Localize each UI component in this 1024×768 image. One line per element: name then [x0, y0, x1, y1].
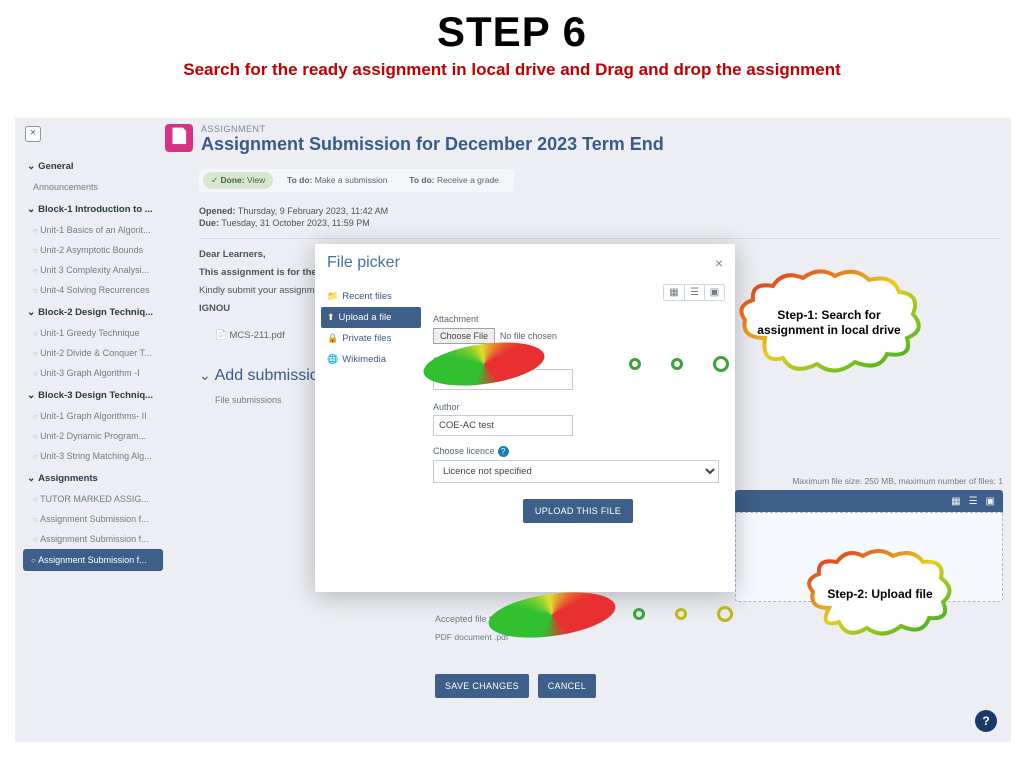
sidebar-item[interactable]: Unit-1 Greedy Technique	[23, 323, 163, 343]
attachment-label: Attachment	[433, 314, 723, 324]
sidebar-item[interactable]: Assignment Submission f...	[23, 529, 163, 549]
choose-file-button[interactable]: Choose File	[433, 328, 495, 344]
callout-cloud-2: Step-2: Upload file	[805, 548, 955, 640]
status-done: Done: View	[203, 172, 273, 189]
status-todo-2: To do: Receive a grade	[401, 172, 507, 188]
file-area-toolbar: ▦ ☰ ▣	[735, 490, 1003, 512]
assignment-title: Assignment Submission for December 2023 …	[201, 134, 664, 155]
callout-cloud-1: Step-1: Search for assignment in local d…	[735, 268, 923, 378]
sidebar-item[interactable]: Unit-4 Solving Recurrences	[23, 280, 163, 300]
picker-repositories: 📁Recent files⬆Upload a file🔒Private file…	[315, 282, 421, 590]
picker-repo-item[interactable]: 🌐Wikimedia	[321, 349, 421, 370]
author-label: Author	[433, 402, 723, 412]
sidebar-item[interactable]: Unit-2 Divide & Conquer T...	[23, 343, 163, 363]
status-row: Done: View To do: Make a submission To d…	[199, 169, 514, 192]
step-title: STEP 6	[0, 8, 1024, 56]
choose-file-control[interactable]: Choose File No file chosen	[433, 328, 723, 344]
sidebar-section[interactable]: Block-1 Introduction to ...	[23, 197, 163, 220]
help-icon[interactable]: ?	[498, 446, 509, 457]
sidebar-section[interactable]: Assignments	[23, 466, 163, 489]
step-subtitle: Search for the ready assignment in local…	[0, 60, 1024, 80]
picker-view-options: ▦ ☰ ▣	[663, 284, 725, 301]
instruction-header: STEP 6 Search for the ready assignment i…	[0, 0, 1024, 86]
modal-close-icon[interactable]: ×	[715, 255, 723, 271]
sidebar-item[interactable]: Assignment Submission f...	[23, 509, 163, 529]
save-changes-button[interactable]: SAVE CHANGES	[435, 674, 529, 698]
view-folder-icon[interactable]: ▣	[704, 285, 724, 300]
sidebar-item[interactable]: Unit-1 Graph Algorithms- II	[23, 406, 163, 426]
drawer-close-icon[interactable]: ×	[25, 126, 41, 142]
sidebar-item[interactable]: Unit-3 String Matching Alg...	[23, 446, 163, 466]
course-sidebar: GeneralAnnouncementsBlock-1 Introduction…	[23, 154, 163, 571]
sidebar-item[interactable]: TUTOR MARKED ASSIG...	[23, 489, 163, 509]
repo-icon: 📁	[327, 291, 338, 301]
sidebar-section[interactable]: Block-3 Design Techniq...	[23, 383, 163, 406]
annotation-trail-2	[633, 606, 733, 622]
repo-icon: ⬆	[327, 312, 335, 322]
file-picker-modal: File picker × 📁Recent files⬆Upload a fil…	[315, 244, 735, 592]
repo-icon: 🔒	[327, 333, 338, 343]
sidebar-item[interactable]: Unit-1 Basics of an Algorit...	[23, 220, 163, 240]
dates-block: Opened: Thursday, 9 February 2023, 11:42…	[199, 206, 1001, 228]
sidebar-item[interactable]: Unit-2 Asymptotic Bounds	[23, 240, 163, 260]
app-screenshot: × GeneralAnnouncementsBlock-1 Introducti…	[15, 118, 1011, 742]
sidebar-item[interactable]: Announcements	[23, 177, 163, 197]
sidebar-item[interactable]: Unit-2 Dynamic Program...	[23, 426, 163, 446]
licence-label: Choose licence?	[433, 446, 723, 457]
cancel-button[interactable]: CANCEL	[538, 674, 596, 698]
picker-repo-item[interactable]: 🔒Private files	[321, 328, 421, 349]
licence-select[interactable]: Licence not specified	[433, 460, 719, 483]
view-list-icon[interactable]: ☰	[684, 285, 704, 300]
view-list-icon[interactable]: ☰	[969, 496, 978, 507]
upload-this-file-button[interactable]: UPLOAD THIS FILE	[523, 499, 633, 523]
view-grid-icon[interactable]: ▦	[951, 496, 960, 507]
view-folder-icon[interactable]: ▣	[986, 496, 995, 507]
repo-icon: 🌐	[327, 354, 338, 364]
picker-repo-item[interactable]: 📁Recent files	[321, 286, 421, 307]
author-input[interactable]	[433, 415, 573, 436]
sidebar-item[interactable]: Unit 3 Complexity Analysi...	[23, 260, 163, 280]
annotation-trail-1	[629, 356, 729, 372]
help-fab-icon[interactable]: ?	[975, 710, 997, 732]
modal-title: File picker	[327, 254, 400, 272]
view-grid-icon[interactable]: ▦	[664, 285, 684, 300]
picker-repo-item[interactable]: ⬆Upload a file	[321, 307, 421, 328]
sidebar-item[interactable]: Assignment Submission f...	[23, 549, 163, 571]
no-file-chosen-text: No file chosen	[500, 331, 557, 341]
sidebar-item[interactable]: Unit-3 Graph Algorithm -I	[23, 363, 163, 383]
max-file-info: Maximum file size: 250 MB, maximum numbe…	[792, 476, 1003, 486]
kicker: ASSIGNMENT	[201, 124, 664, 134]
assignment-icon	[165, 124, 193, 152]
status-todo-1: To do: Make a submission	[279, 172, 395, 188]
sidebar-section[interactable]: Block-2 Design Techniq...	[23, 300, 163, 323]
sidebar-section[interactable]: General	[23, 154, 163, 177]
